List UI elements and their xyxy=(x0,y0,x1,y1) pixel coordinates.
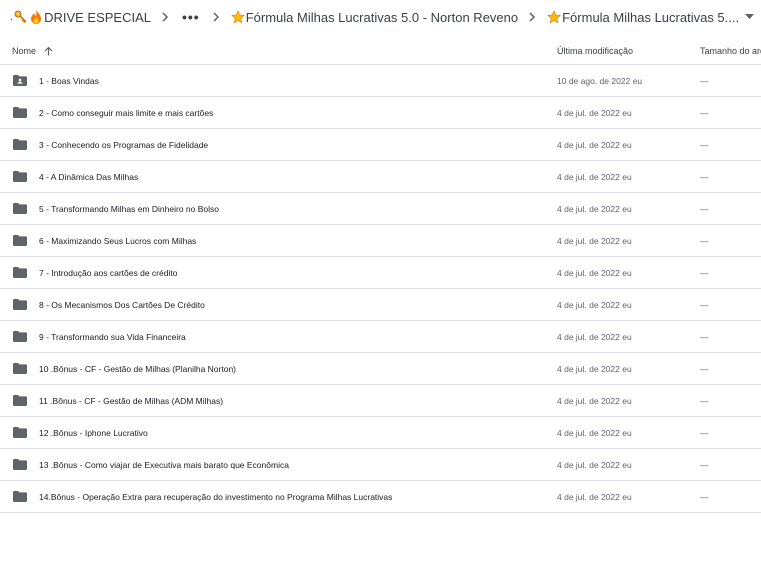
table-row[interactable]: 8 - Os Mecanismos Dos Cartões De Crédito… xyxy=(0,289,761,321)
file-size: — xyxy=(700,459,709,470)
file-size: — xyxy=(700,395,709,406)
modified-date: 4 de jul. de 2022 eu xyxy=(557,203,632,214)
modified-date: 4 de jul. de 2022 eu xyxy=(557,107,632,118)
modified-date: 4 de jul. de 2022 eu xyxy=(557,171,632,182)
file-name: 4 - A Dinâmica Das Milhas xyxy=(39,171,139,182)
file-name: 9 - Transformando sua Vida Financeira xyxy=(39,331,186,342)
modified-date: 4 de jul. de 2022 eu xyxy=(557,331,632,342)
chevron-right-icon xyxy=(522,12,543,22)
folder-icon xyxy=(13,491,27,502)
table-row[interactable]: 4 - A Dinâmica Das Milhas 4 de jul. de 20… xyxy=(0,161,761,193)
column-modified-header[interactable]: Última modificação xyxy=(557,46,633,56)
breadcrumb-folder-label: Fórmula Milhas Lucrativas 5.0 - Norton R… xyxy=(245,9,519,25)
modified-date: 4 de jul. de 2022 eu xyxy=(557,427,632,438)
chevron-right-icon xyxy=(206,12,227,22)
file-name: 13 .Bônus - Como viajar de Executiva mai… xyxy=(39,459,289,470)
folder-icon xyxy=(13,331,27,342)
table-row[interactable]: 14.Bônus - Operação Extra para recuperaç… xyxy=(0,481,761,513)
file-size: — xyxy=(700,267,709,278)
table-row[interactable]: 6 - Maximizando Seus Lucros com Milhas 4 … xyxy=(0,225,761,257)
modified-date: 4 de jul. de 2022 eu xyxy=(557,363,632,374)
file-name: 12 .Bônus - Iphone Lucrativo xyxy=(39,427,148,438)
column-size-header[interactable]: Tamanho do arq xyxy=(700,46,761,56)
file-name: 1 - Boas Vindas xyxy=(39,75,99,86)
folder-icon xyxy=(13,139,27,150)
folder-icon xyxy=(13,459,27,470)
table-row[interactable]: 5 - Transformando Milhas em Dinheiro no … xyxy=(0,193,761,225)
file-size: — xyxy=(700,171,709,182)
folder-icon xyxy=(13,171,27,182)
file-name: 14.Bônus - Operação Extra para recuperaç… xyxy=(39,491,393,502)
star-icon xyxy=(547,10,561,24)
modified-date: 4 de jul. de 2022 eu xyxy=(557,139,632,150)
table-row[interactable]: 2 - Como conseguir mais limite e mais ca… xyxy=(0,97,761,129)
file-name: 6 - Maximizando Seus Lucros com Milhas xyxy=(39,235,197,246)
star-icon xyxy=(230,10,245,24)
modified-date: 4 de jul. de 2022 eu xyxy=(557,235,632,246)
modified-date: 4 de jul. de 2022 eu xyxy=(557,267,632,278)
file-size: — xyxy=(700,139,709,150)
table-row[interactable]: 12 .Bônus - Iphone Lucrativo 4 de jul. de… xyxy=(0,417,761,449)
file-size: — xyxy=(700,75,709,86)
folder-icon xyxy=(13,427,27,438)
list-header: Nome Última modificação Tamanho do arq xyxy=(0,37,761,65)
breadcrumb-folder[interactable]: Fórmula Milhas Lucrativas 5.0 - Norton R… xyxy=(227,3,522,31)
fire-icon xyxy=(29,10,43,24)
file-size: — xyxy=(700,491,709,502)
folder-icon xyxy=(13,107,27,118)
breadcrumb-current-label: Fórmula Milhas Lucrativas 5.... xyxy=(562,9,740,25)
table-row[interactable]: 1 - Boas Vindas 10 de ago. de 2022 eu — xyxy=(0,65,761,97)
table-row[interactable]: 10 .Bônus - CF - Gestão de Milhas (Plani… xyxy=(0,353,761,385)
folder-icon xyxy=(13,299,27,310)
file-size: — xyxy=(700,203,709,214)
file-name: 7 - Introdução aos cartões de crédito xyxy=(39,267,178,278)
modified-date: 4 de jul. de 2022 eu xyxy=(557,459,632,470)
caret-down-icon[interactable] xyxy=(745,14,755,20)
file-list: 1 - Boas Vindas 10 de ago. de 2022 eu — 2 -… xyxy=(0,65,761,513)
file-size: — xyxy=(700,235,709,246)
file-name: 11 .Bônus - CF - Gestão de Milhas (ADM M… xyxy=(39,395,224,406)
folder-icon xyxy=(13,363,27,374)
shared-folder-icon xyxy=(13,75,27,86)
file-name: 2 - Como conseguir mais limite e mais ca… xyxy=(39,107,214,118)
breadcrumb-more-button[interactable]: ••• xyxy=(176,3,206,31)
table-row[interactable]: 11 .Bônus - CF - Gestão de Milhas (ADM M… xyxy=(0,385,761,417)
chevron-right-icon xyxy=(155,12,176,22)
folder-icon xyxy=(13,203,27,214)
dot-glyph: . xyxy=(10,11,14,23)
column-name-header[interactable]: Nome xyxy=(12,46,53,56)
modified-date: 4 de jul. de 2022 eu xyxy=(557,491,632,502)
breadcrumb-current[interactable]: Fórmula Milhas Lucrativas 5.... xyxy=(543,3,758,31)
table-row[interactable]: 7 - Introdução aos cartões de crédito 4 d… xyxy=(0,257,761,289)
table-row[interactable]: 9 - Transformando sua Vida Financeira 4 d… xyxy=(0,321,761,353)
modified-date: 4 de jul. de 2022 eu xyxy=(557,395,632,406)
file-name: 8 - Os Mecanismos Dos Cartões De Crédito xyxy=(39,299,205,310)
breadcrumb-root[interactable]: . DRIVE ESPECIAL xyxy=(0,3,155,31)
folder-icon xyxy=(13,235,27,246)
modified-date: 4 de jul. de 2022 eu xyxy=(557,299,632,310)
file-name: 10 .Bônus - CF - Gestão de Milhas (Plani… xyxy=(39,363,237,374)
breadcrumb-root-label: DRIVE ESPECIAL xyxy=(44,9,151,25)
folder-icon xyxy=(13,267,27,278)
table-row[interactable]: 3 - Conhecendo os Programas de Fidelidad… xyxy=(0,129,761,161)
key-icon xyxy=(14,10,28,24)
file-size: — xyxy=(700,363,709,374)
table-row[interactable]: 13 .Bônus - Como viajar de Executiva mai… xyxy=(0,449,761,481)
breadcrumb: . DRIVE ESPECIAL ••• Fórmula Milhas Lucr… xyxy=(0,0,761,34)
folder-icon xyxy=(13,395,27,406)
modified-date: 10 de ago. de 2022 eu xyxy=(557,75,643,86)
file-size: — xyxy=(700,427,709,438)
file-size: — xyxy=(700,107,709,118)
file-size: — xyxy=(700,299,709,310)
arrow-up-icon[interactable] xyxy=(44,46,53,56)
column-name-label: Nome xyxy=(12,45,37,56)
file-name: 5 - Transformando Milhas em Dinheiro no … xyxy=(39,203,219,214)
file-name: 3 - Conhecendo os Programas de Fidelidad… xyxy=(39,139,209,150)
file-size: — xyxy=(700,331,709,342)
